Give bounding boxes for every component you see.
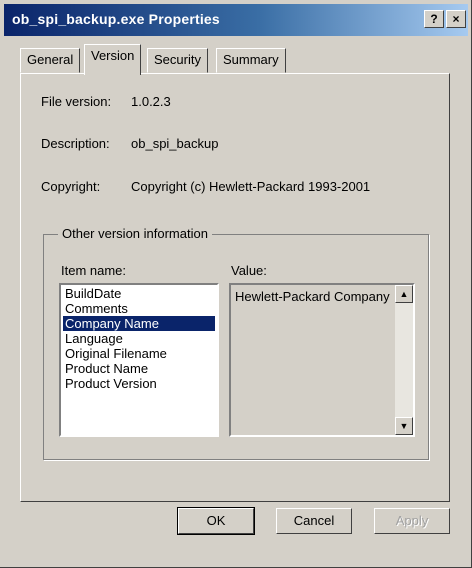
list-item[interactable]: BuildDate <box>63 286 215 301</box>
list-item[interactable]: Original Filename <box>63 346 215 361</box>
ok-button[interactable]: OK <box>177 507 255 535</box>
tab-general[interactable]: General <box>20 48 81 73</box>
window-title: ob_spi_backup.exe Properties <box>12 11 220 27</box>
value-text: Hewlett-Packard Company <box>235 289 390 304</box>
item-name-label: Item name: <box>61 263 127 278</box>
tab-summary[interactable]: Summary <box>216 48 286 73</box>
version-panel: File version: 1.0.2.3 Description: ob_sp… <box>20 73 450 502</box>
help-button[interactable]: ? <box>424 10 444 28</box>
value-label: Value: <box>231 263 267 278</box>
group-title: Other version information <box>58 226 212 241</box>
close-button[interactable]: × <box>446 10 466 28</box>
list-item[interactable]: Product Name <box>63 361 215 376</box>
file-version-value: 1.0.2.3 <box>131 94 171 109</box>
description-label: Description: <box>41 136 110 151</box>
file-version-label: File version: <box>41 94 112 109</box>
title-bar[interactable]: ob_spi_backup.exe Properties ? × <box>4 4 468 36</box>
tab-security[interactable]: Security <box>147 48 208 73</box>
description-value: ob_spi_backup <box>131 136 219 151</box>
copyright-value: Copyright (c) Hewlett-Packard 1993-2001 <box>131 179 371 194</box>
value-scrollbar[interactable]: ▲ ▼ <box>395 285 413 435</box>
list-item[interactable]: Language <box>63 331 215 346</box>
cancel-button[interactable]: Cancel <box>276 508 352 534</box>
tab-version[interactable]: Version <box>84 44 142 75</box>
copyright-label: Copyright: <box>41 179 101 194</box>
list-item[interactable]: Company Name <box>63 316 215 331</box>
other-version-group: Other version information Item name: Val… <box>43 226 429 460</box>
item-name-list[interactable]: BuildDate Comments Company Name Language Ori… <box>59 283 219 437</box>
properties-dialog: ob_spi_backup.exe Properties ? × General… <box>0 0 472 568</box>
value-box[interactable]: Hewlett-Packard Company ▲ ▼ <box>229 283 415 437</box>
apply-button[interactable]: Apply <box>374 508 450 534</box>
list-item[interactable]: Comments <box>63 301 215 316</box>
list-item[interactable]: Product Version <box>63 376 215 391</box>
scroll-down-icon[interactable]: ▼ <box>395 417 413 435</box>
scroll-up-icon[interactable]: ▲ <box>395 285 413 303</box>
